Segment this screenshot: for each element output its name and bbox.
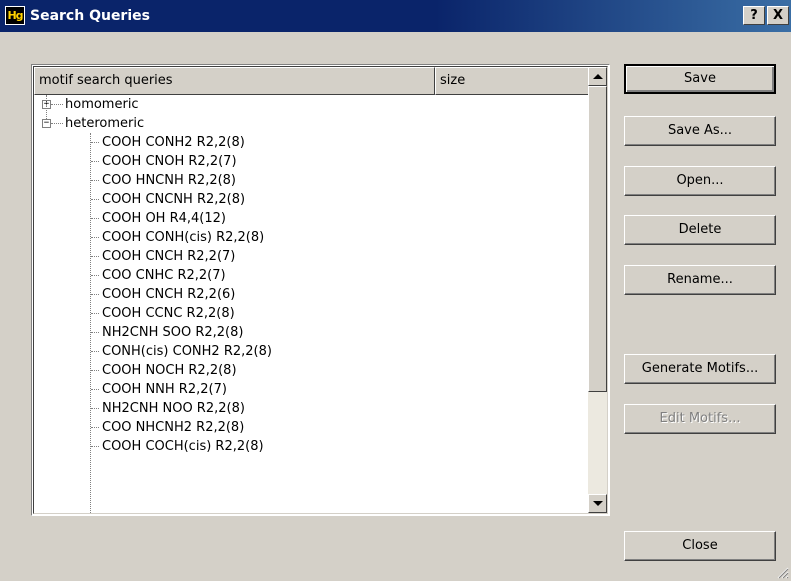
close-window-button[interactable]: X [767, 6, 789, 25]
title-bar: Hg Search Queries ? X [0, 0, 791, 32]
scroll-down-button[interactable] [588, 494, 607, 513]
query-item-label: COOH NOCH R2,2(8) [102, 363, 237, 378]
scroll-up-button[interactable] [588, 67, 607, 86]
query-item-label: COO NHCNH2 R2,2(8) [102, 420, 245, 435]
rename-button[interactable]: Rename... [624, 265, 776, 295]
query-item-label: COOH CNOH R2,2(7) [102, 154, 237, 169]
query-item-label: COOH COCH(cis) R2,2(8) [102, 439, 264, 454]
column-header-queries[interactable]: motif search queries [34, 67, 435, 95]
query-item-label: NH2CNH SOO R2,2(8) [102, 325, 244, 340]
edit-motifs-button: Edit Motifs... [624, 404, 776, 434]
close-button[interactable]: Close [624, 531, 776, 561]
query-item-label: COOH NNH R2,2(7) [102, 382, 227, 397]
collapse-icon[interactable]: − [42, 119, 51, 128]
resize-grip-icon[interactable] [777, 567, 789, 579]
query-item-label: COOH CNCH R2,2(7) [102, 249, 236, 264]
query-item-label: CONH(cis) CONH2 R2,2(8) [102, 344, 272, 359]
save-as-button[interactable]: Save As... [624, 116, 776, 146]
column-header-size[interactable]: size [435, 67, 591, 95]
scroll-thumb[interactable] [588, 86, 607, 392]
query-item-label: COOH CONH(cis) R2,2(8) [102, 230, 265, 245]
query-item-label: NH2CNH NOO R2,2(8) [102, 401, 245, 416]
window-title: Search Queries [30, 8, 150, 24]
generate-motifs-button[interactable]: Generate Motifs... [624, 354, 776, 384]
save-button[interactable]: Save [624, 64, 776, 94]
help-button[interactable]: ? [743, 6, 765, 25]
query-item-label: COO CNHC R2,2(7) [102, 268, 226, 283]
arrow-down-icon [593, 501, 603, 506]
query-tree: + homomeric − heteromeric COOH CONH2 R2,… [34, 95, 589, 513]
vertical-scrollbar[interactable] [588, 67, 607, 513]
query-item-label: COOH CONH2 R2,2(8) [102, 135, 245, 150]
query-item-label: COO HNCNH R2,2(8) [102, 173, 237, 188]
delete-button[interactable]: Delete [624, 215, 776, 245]
app-icon: Hg [5, 6, 25, 25]
query-item-label: COOH CCNC R2,2(8) [102, 306, 235, 321]
open-button[interactable]: Open... [624, 166, 776, 196]
query-item-label: COOH CNCNH R2,2(8) [102, 192, 246, 207]
query-list[interactable]: motif search queries size + homomeric − … [31, 64, 610, 516]
query-item-label: COOH OH R4,4(12) [102, 211, 226, 226]
arrow-up-icon [593, 74, 603, 79]
query-item-label: COOH CNCH R2,2(6) [102, 287, 236, 302]
